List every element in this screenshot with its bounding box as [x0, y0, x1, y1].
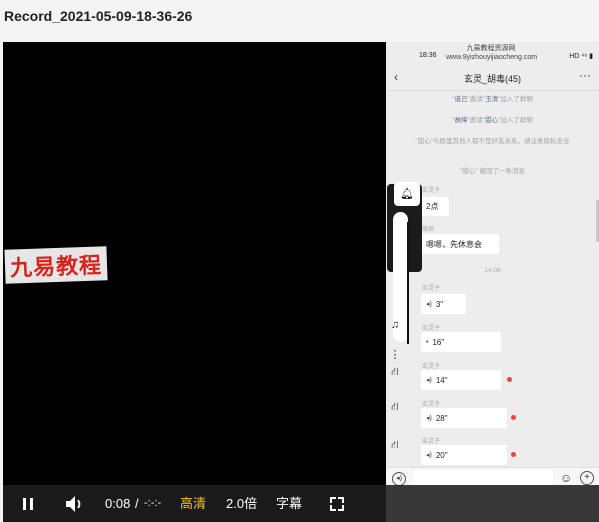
message-sender: 玄灵子 — [422, 188, 441, 194]
voice-icon: • — [426, 338, 429, 346]
total-time: -:-:- — [144, 497, 162, 509]
fullscreen-icon[interactable] — [330, 497, 344, 511]
status-watermark-line1: 九易教程资源网 — [466, 45, 516, 52]
status-bar: 18:36 九易教程资源网 www.9yizhouyijiaocheng.com… — [386, 42, 599, 66]
plus-icon[interactable]: + — [580, 471, 594, 485]
unread-dot — [511, 415, 516, 420]
status-time: 18:36 — [419, 52, 437, 59]
message-sender: 玄灵子 — [422, 286, 441, 292]
bell-icon[interactable]: 🔔︎ — [394, 182, 420, 206]
voice-duration: 28" — [435, 413, 448, 423]
voice-duration: 3" — [435, 299, 444, 309]
system-message-user: 玉清 — [485, 96, 499, 103]
voice-icon: ◂) — [426, 452, 432, 459]
system-message-text: 加入了群聊 — [500, 117, 533, 124]
video-player[interactable]: 九易教程 18:36 九易教程资源网 www.9yizhouyijiaochen… — [3, 42, 599, 522]
voice-message[interactable]: ◂) 28" — [421, 408, 507, 428]
system-message-text: 加入了群聊 — [500, 96, 533, 103]
phone-screen: 18:36 九易教程资源网 www.9yizhouyijiaocheng.com… — [386, 42, 599, 522]
system-message-text: 邀请 — [469, 117, 483, 124]
message-sender: 微辰 — [422, 227, 435, 233]
draw-tool-icon[interactable]: ⛙ — [387, 364, 403, 380]
voice-icon: ◂) — [426, 377, 432, 384]
system-message-text: 邀请 — [469, 96, 483, 103]
system-message: "甜心" 撤回了一条消息 — [460, 168, 525, 175]
voice-icon: ◂) — [426, 301, 432, 308]
music-icon[interactable]: ♫ — [387, 317, 403, 333]
volume-slider-line — [407, 222, 409, 344]
draw-tool-icon[interactable]: ⛙ — [387, 437, 403, 453]
voice-icon: ◂) — [426, 415, 432, 422]
voice-duration: 20" — [435, 450, 448, 460]
pause-icon[interactable] — [23, 498, 33, 510]
emoji-icon[interactable]: ☺ — [560, 471, 572, 485]
subtitles-button[interactable]: 字幕 — [276, 485, 302, 522]
chat-title: 玄灵_胡毒(45) — [463, 74, 521, 84]
message-sender: 玄灵子 — [422, 364, 441, 370]
current-time: 0:08 — [105, 496, 131, 511]
message-bubble[interactable]: 嗯嗯，先休息会 — [421, 234, 499, 254]
voice-message[interactable]: ◂) 3" — [421, 294, 466, 314]
draw-tool-icon[interactable]: ⛙ — [387, 399, 403, 415]
chat-header: ‹ 玄灵_胡毒(45) ··· — [386, 68, 599, 91]
voice-duration: 14" — [435, 375, 448, 385]
watermark-label: 九易教程 — [4, 246, 108, 284]
system-message-user: 故障 — [454, 117, 468, 124]
system-message-user: 甜心 — [485, 117, 499, 124]
voice-input-icon[interactable]: ◂) — [392, 472, 406, 486]
message-sender: 玄灵子 — [422, 439, 441, 445]
system-message: "故障"邀请"甜心"加入了群聊 — [452, 117, 533, 124]
unread-dot — [511, 452, 516, 457]
unread-dot — [507, 377, 512, 382]
voice-message[interactable]: ◂) 14" — [421, 370, 501, 390]
volume-icon[interactable] — [65, 495, 87, 513]
more-icon[interactable]: ··· — [579, 68, 591, 82]
status-watermark-line2: www.9yizhouyijiaocheng.com — [446, 54, 538, 61]
quality-button[interactable]: 高清 — [180, 485, 206, 522]
voice-message[interactable]: ◂) 20" — [421, 445, 507, 465]
status-watermark: 九易教程资源网 www.9yizhouyijiaocheng.com — [446, 44, 538, 62]
signal-icon: HD ⁴⁶ ▮ — [569, 53, 593, 60]
time-separator: / — [135, 496, 139, 511]
message-sender: 玄灵子 — [422, 402, 441, 408]
speed-button[interactable]: 2.0倍 — [226, 485, 257, 522]
player-controls: 0:08 / -:-:- 高清 2.0倍 字幕 — [3, 485, 599, 522]
window-title: Record_2021-05-09-18-36-26 — [4, 8, 193, 24]
voice-duration: 16" — [432, 337, 445, 347]
system-message: "甜心"与群里其他人都不是好友关系，请注意隐私安全 — [415, 138, 570, 145]
dots-icon[interactable]: ⋮ — [387, 347, 403, 363]
message-sender: 玄灵子 — [422, 326, 441, 332]
system-message-user: 道己 — [454, 96, 468, 103]
system-message: "道己"邀请"玉清"加入了群聊 — [452, 96, 533, 103]
message-bubble[interactable]: 2点 — [421, 197, 449, 216]
voice-message[interactable]: • 16" — [421, 332, 501, 352]
